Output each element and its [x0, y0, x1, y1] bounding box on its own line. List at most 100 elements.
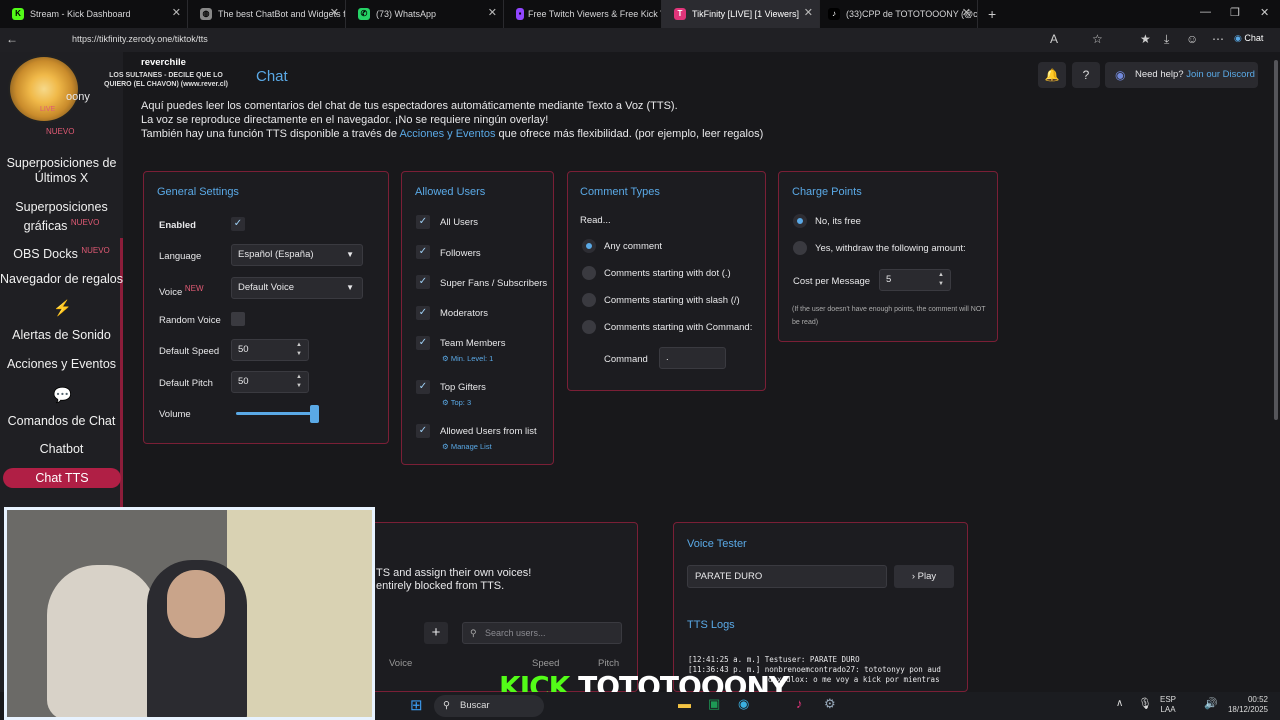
add-user-button[interactable]: +: [424, 622, 448, 644]
close-icon[interactable]: ✕: [488, 6, 497, 19]
stepper-icon[interactable]: ▲ ▼: [296, 341, 302, 359]
tab-kick-dashboard[interactable]: K Stream - Kick Dashboard ✕: [0, 0, 188, 28]
clock[interactable]: 00:52 18/12/2025: [1226, 695, 1268, 715]
intro-text: que ofrece más flexibilidad. (por ejempl…: [495, 128, 764, 140]
collections-icon[interactable]: ★: [1140, 32, 1151, 46]
more-icon[interactable]: ⋯: [1212, 32, 1224, 46]
download-icon[interactable]: ⤓: [1164, 32, 1169, 47]
sidebar-item-acciones-eventos[interactable]: Acciones y Eventos: [0, 357, 123, 372]
taskbar-search[interactable]: ⚲ Buscar: [434, 695, 544, 717]
free-radio[interactable]: [793, 214, 807, 228]
chevron-up-icon[interactable]: ∧: [1116, 698, 1123, 709]
language-select[interactable]: Español (España) ▼: [231, 244, 363, 266]
team-min-level[interactable]: ⚙ Min. Level: 1: [442, 354, 493, 363]
slash-radio[interactable]: [582, 293, 596, 307]
top-gifters-setting[interactable]: ⚙ Top: 3: [442, 398, 471, 407]
discord-link[interactable]: Join our Discord: [1186, 69, 1255, 80]
sidebar-item-navegador-regalos[interactable]: Navegador de regalos: [0, 272, 123, 287]
random-voice-checkbox[interactable]: [231, 312, 245, 326]
command-input[interactable]: .: [659, 347, 726, 369]
team-members-checkbox[interactable]: ✓: [416, 336, 430, 350]
page-scrollbar[interactable]: [1274, 60, 1278, 420]
cost-input[interactable]: 5 ▲ ▼: [879, 269, 951, 291]
close-icon[interactable]: ✕: [172, 6, 181, 19]
voice-select[interactable]: Default Voice ▼: [231, 277, 363, 299]
favorite-icon[interactable]: ☆: [1092, 32, 1103, 46]
help-button[interactable]: ?: [1072, 62, 1100, 88]
tab-tikfinity[interactable]: T TikFinity [LIVE] [1 Viewers] ✕: [662, 0, 820, 28]
sidebar-item-chatbot[interactable]: Chatbot: [0, 442, 123, 457]
sidebar-item-ultimos-x[interactable]: Superposiciones de Últimos X: [0, 156, 123, 186]
allowed-list-checkbox[interactable]: ✓: [416, 424, 430, 438]
tab-whatsapp[interactable]: ✆ (73) WhatsApp ✕: [346, 0, 504, 28]
sidebar-item-obs-docks[interactable]: OBS Docks NUEVO: [0, 243, 123, 262]
manage-list-link[interactable]: ⚙ Manage List: [442, 442, 492, 451]
explorer-icon[interactable]: ▬: [678, 696, 691, 711]
stepper-icon[interactable]: ▲ ▼: [938, 271, 944, 289]
url-field[interactable]: https://tikfinity.zerody.one/tiktok/tts: [72, 34, 208, 44]
close-icon[interactable]: ✕: [804, 6, 813, 19]
card-title: General Settings: [157, 186, 239, 198]
volume-track[interactable]: [236, 412, 314, 415]
random-voice-label: Random Voice: [159, 315, 221, 326]
windows-start-icon[interactable]: ⊞: [410, 696, 423, 714]
command-label: Command: [604, 354, 648, 365]
dot-radio[interactable]: [582, 266, 596, 280]
tab-chatbot[interactable]: ◍ The best ChatBot and Widgets for ✕: [188, 0, 346, 28]
tester-input-value: PARATE DURO: [695, 571, 763, 582]
followers-checkbox[interactable]: ✓: [416, 245, 430, 259]
sidebar-item-comandos-chat[interactable]: Comandos de Chat: [0, 414, 123, 429]
moderators-checkbox[interactable]: ✓: [416, 306, 430, 320]
top-gifters-checkbox[interactable]: ✓: [416, 380, 430, 394]
superfans-checkbox[interactable]: ✓: [416, 275, 430, 289]
card-title: Comment Types: [580, 186, 660, 198]
back-icon[interactable]: ←: [6, 32, 18, 46]
volume-icon[interactable]: 🔊: [1204, 697, 1218, 710]
clock-time: 00:52: [1247, 695, 1268, 704]
copilot-chat-button[interactable]: ◉ Chat: [1234, 33, 1263, 44]
profile-icon[interactable]: ☺: [1186, 32, 1198, 46]
sidebar-item-label: Navegador de regalos: [0, 272, 123, 286]
sidebar-item-chat-tts[interactable]: Chat TTS: [3, 468, 121, 488]
play-button[interactable]: › Play: [894, 565, 954, 588]
lang-code: ESP: [1160, 695, 1177, 704]
search-users-input[interactable]: ⚲ Search users...: [462, 622, 622, 644]
minimize-icon[interactable]: —: [1200, 6, 1211, 18]
any-comment-radio[interactable]: [582, 239, 596, 253]
enabled-checkbox[interactable]: ✓: [231, 217, 245, 231]
close-icon[interactable]: ✕: [962, 6, 971, 19]
card-title: Allowed Users: [415, 186, 486, 198]
excel-icon[interactable]: ▣: [708, 696, 720, 712]
gear-icon: ⚙: [442, 442, 449, 451]
tiktok-app-icon[interactable]: ♪: [796, 696, 803, 711]
tester-input[interactable]: PARATE DURO: [687, 565, 887, 588]
volume-slider-thumb[interactable]: [310, 405, 319, 423]
whatsapp-icon: ✆: [358, 8, 370, 20]
edge-icon[interactable]: ◉: [738, 696, 749, 712]
new-tab-icon[interactable]: +: [988, 6, 996, 22]
pitch-input[interactable]: 50 ▲ ▼: [231, 371, 309, 393]
window-close-icon[interactable]: ✕: [1260, 6, 1269, 19]
discord-help-button[interactable]: ◉ Need help? Join our Discord: [1105, 62, 1258, 88]
steam-icon[interactable]: ⚙: [824, 696, 836, 712]
sidebar-item-superposiciones-graficas[interactable]: Superposiciones gráficas NUEVO: [0, 200, 123, 234]
lang-indicator[interactable]: ESP LAA: [1160, 695, 1176, 715]
command-radio[interactable]: [582, 320, 596, 334]
tab-twitch-viewers[interactable]: ▪ Free Twitch Viewers & Free Kick V: [504, 0, 662, 28]
clock-date: 18/12/2025: [1227, 705, 1268, 714]
read-aloud-icon[interactable]: A: [1050, 32, 1058, 46]
mic-icon[interactable]: 🎙: [1138, 697, 1152, 710]
enabled-label: Enabled: [159, 220, 196, 231]
tab-tiktok-cpp[interactable]: ♪ (33)CPP de TOTOTOOONY (@cpp ✕: [820, 0, 978, 28]
all-users-checkbox[interactable]: ✓: [416, 215, 430, 229]
stepper-icon[interactable]: ▲ ▼: [296, 373, 302, 391]
withdraw-radio[interactable]: [793, 241, 807, 255]
maximize-icon[interactable]: ❐: [1230, 6, 1240, 19]
voice-value: Default Voice: [238, 282, 294, 293]
sidebar-item-alertas-sonido[interactable]: Alertas de Sonido: [0, 328, 123, 343]
speed-input[interactable]: 50 ▲ ▼: [231, 339, 309, 361]
close-icon[interactable]: ✕: [330, 6, 339, 19]
acciones-eventos-link[interactable]: Acciones y Eventos: [399, 128, 495, 140]
gear-icon: ⚙: [442, 354, 449, 363]
notifications-button[interactable]: 🔔: [1038, 62, 1066, 88]
